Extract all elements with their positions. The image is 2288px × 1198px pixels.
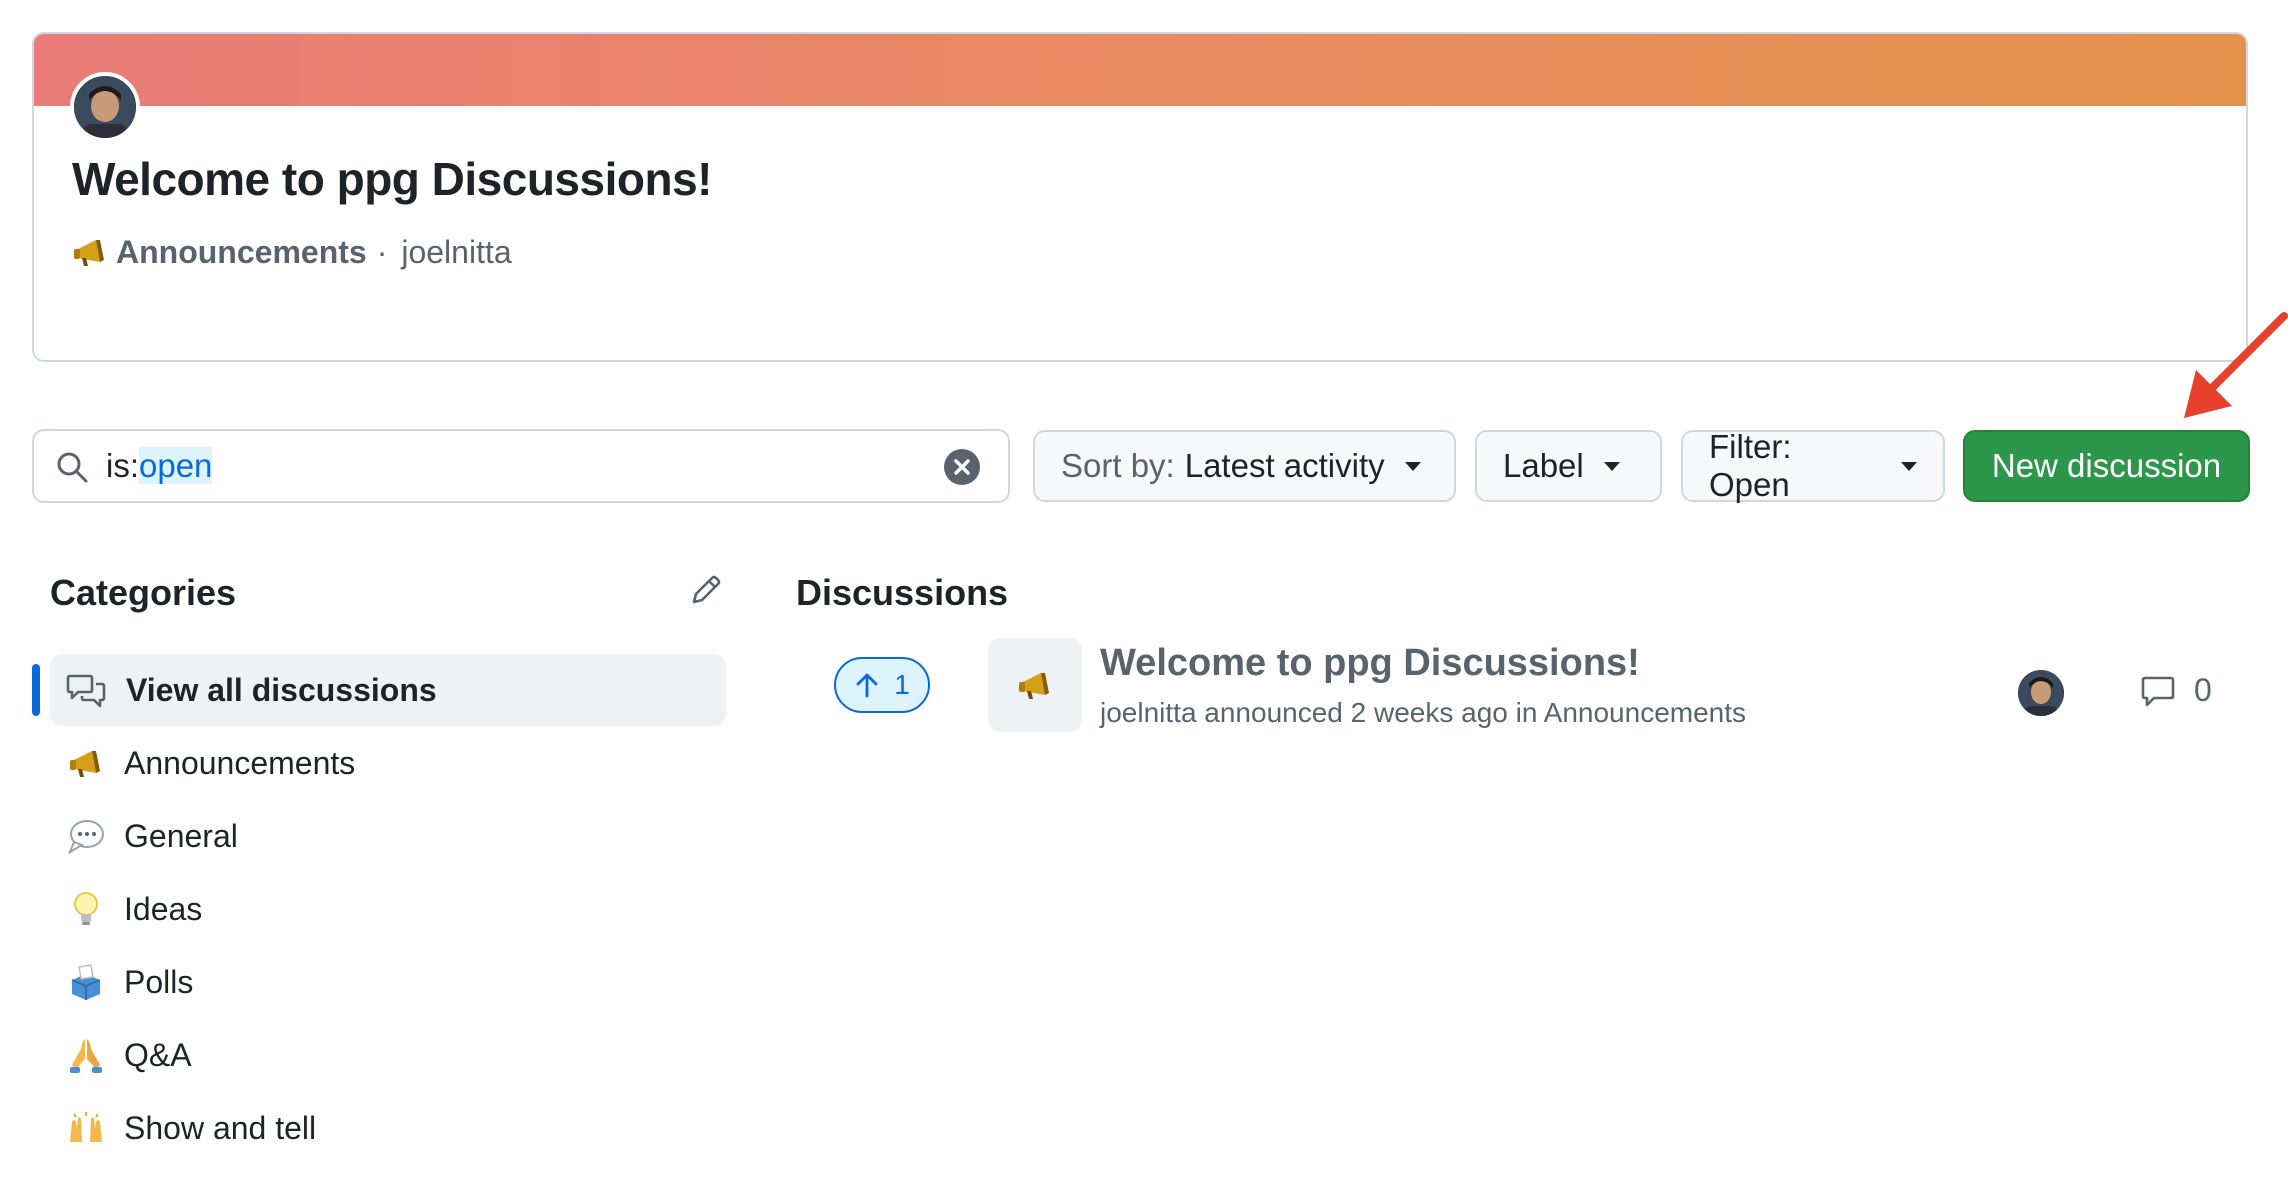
sidebar-item-label: View all discussions: [126, 671, 437, 708]
categories-heading: Categories: [50, 572, 237, 613]
pencil-icon[interactable]: [686, 572, 724, 610]
sidebar-item-label: Announcements: [124, 744, 356, 781]
discussion-meta: joelnitta announced 2 weeks ago in Annou…: [1100, 697, 1747, 728]
discussion-title-link[interactable]: Welcome to ppg Discussions!: [1100, 642, 1640, 685]
comment-count[interactable]: 0: [2140, 672, 2212, 709]
sort-value: Latest activity: [1184, 447, 1385, 484]
sidebar-item-polls[interactable]: Polls: [32, 946, 726, 1018]
sidebar-item-view-all[interactable]: View all discussions: [32, 654, 726, 726]
sidebar-item-label: Q&A: [124, 1036, 192, 1073]
featured-meta: Announcements · joelnitta: [70, 232, 512, 272]
filter-dropdown[interactable]: Filter: Open: [1681, 428, 1945, 503]
discussions-icon: [66, 674, 106, 708]
sidebar-item-show-and-tell[interactable]: Show and tell: [32, 1092, 726, 1164]
arrow-up-icon: [856, 673, 878, 698]
comment-icon: [2141, 676, 2175, 706]
sort-dropdown[interactable]: Sort by: Latest activity: [1033, 430, 1456, 502]
sidebar-item-label: Show and tell: [124, 1109, 317, 1146]
caret-down-icon: [1603, 461, 1620, 471]
upvote-count: 1: [894, 669, 910, 700]
featured-discussion-card[interactable]: Welcome to ppg Discussions! Announcement…: [32, 32, 2248, 362]
new-discussion-button[interactable]: New discussion: [1963, 430, 2250, 502]
raised-hands-icon: [66, 1108, 106, 1148]
avatar[interactable]: [70, 72, 140, 142]
meta-separator: ·: [376, 233, 388, 270]
search-query-prefix: is:: [106, 447, 139, 484]
sidebar-item-label: Polls: [124, 963, 194, 1000]
sidebar-item-label: General: [124, 817, 238, 854]
filter-dropdown-text: Filter: Open: [1709, 428, 1792, 503]
categories-list: View all discussions Announcements Gener…: [32, 654, 726, 1165]
discussion-category-icon: [988, 638, 1082, 732]
sidebar-item-ideas[interactable]: Ideas: [32, 873, 726, 945]
ballot-box-icon: [66, 962, 106, 1002]
clear-search-button[interactable]: [944, 449, 980, 485]
megaphone-icon: [1015, 665, 1055, 705]
search-query-value: open: [139, 447, 213, 484]
participant-avatar[interactable]: [2018, 670, 2064, 716]
close-icon: [954, 459, 970, 475]
caret-down-icon: [1901, 461, 1917, 471]
folded-hands-icon: [66, 1035, 106, 1075]
featured-category-link[interactable]: Announcements: [116, 234, 367, 271]
upvote-button[interactable]: 1: [834, 657, 930, 713]
comment-count-value: 0: [2194, 672, 2212, 708]
sidebar-item-qa[interactable]: Q&A: [32, 1019, 726, 1091]
label-dropdown-text: Label: [1503, 447, 1584, 484]
card-banner: [34, 34, 2246, 106]
caret-down-icon: [1404, 461, 1421, 471]
sidebar-item-announcements[interactable]: Announcements: [32, 727, 726, 799]
featured-author-link[interactable]: joelnitta: [401, 234, 511, 271]
search-input[interactable]: is:open: [32, 429, 1010, 503]
sidebar-item-general[interactable]: General: [32, 800, 726, 872]
sidebar-item-label: Ideas: [124, 890, 203, 927]
lightbulb-icon: [66, 889, 106, 929]
sort-prefix: Sort by:: [1061, 447, 1175, 484]
megaphone-icon: [70, 232, 110, 272]
speech-bubble-icon: [66, 816, 106, 856]
discussions-heading: Discussions: [796, 572, 1009, 613]
search-icon: [57, 452, 88, 483]
megaphone-icon: [66, 743, 106, 783]
featured-title[interactable]: Welcome to ppg Discussions!: [72, 152, 712, 206]
label-dropdown[interactable]: Label: [1475, 430, 1662, 502]
search-query[interactable]: is:open: [106, 447, 213, 485]
annotation-arrow: [2184, 312, 2288, 418]
